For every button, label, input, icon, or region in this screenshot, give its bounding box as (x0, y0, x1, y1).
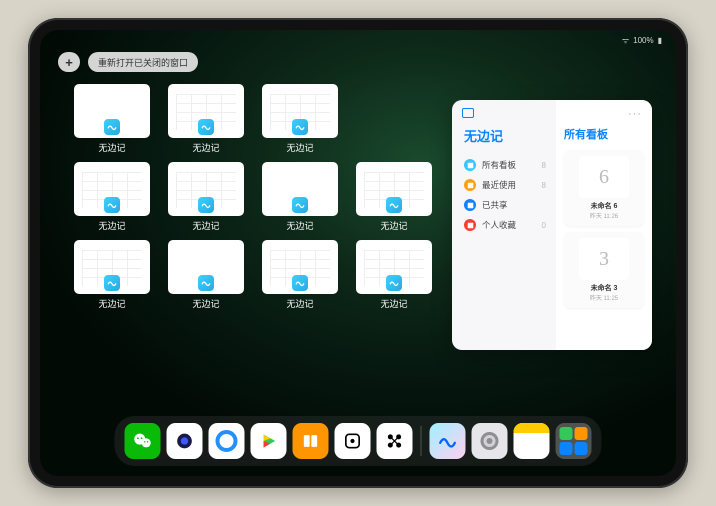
window-label: 无边记 (286, 219, 313, 232)
board-title: 未命名 6 (591, 201, 618, 211)
window-label: 无边记 (380, 297, 407, 310)
dock-app-connect[interactable] (377, 423, 413, 459)
window-item[interactable]: 无边记 (262, 162, 338, 232)
window-thumbnail[interactable] (262, 84, 338, 138)
window-label: 无边记 (192, 297, 219, 310)
menu-item-label: 已共享 (482, 199, 508, 211)
board-subtitle: 昨天 11:26 (590, 211, 618, 220)
window-label: 无边记 (286, 297, 313, 310)
window-item[interactable]: 无边记 (74, 240, 150, 310)
dock-app-qqbrowser[interactable] (209, 423, 245, 459)
menu-item-icon (464, 219, 476, 231)
board-card[interactable]: 6 未命名 6昨天 11:26 (564, 150, 644, 226)
dock-app-settings[interactable] (472, 423, 508, 459)
panel-left: 无边记 所有看板 8 最近使用 8 已共享个人收藏 0 (452, 100, 556, 350)
freeform-app-icon (292, 275, 308, 291)
sidebar-menu-item[interactable]: 最近使用 8 (464, 175, 546, 195)
board-title: 未命名 3 (591, 283, 618, 293)
window-label: 无边记 (286, 141, 313, 154)
top-controls: + 重新打开已关闭的窗口 (58, 52, 198, 72)
menu-item-label: 个人收藏 (482, 219, 516, 231)
app-expose-grid: 无边记无边记无边记无边记无边记无边记无边记无边记无边记无边记无边记无边记 (74, 84, 444, 310)
dock (115, 416, 602, 466)
dock-app-dice[interactable] (335, 423, 371, 459)
window-item[interactable]: 无边记 (356, 240, 432, 310)
window-thumbnail[interactable] (356, 240, 432, 294)
wifi-icon: ᯤ (622, 35, 629, 46)
sidebar-menu-item[interactable]: 所有看板 8 (464, 155, 546, 175)
freeform-app-icon (292, 197, 308, 213)
window-thumbnail[interactable] (74, 240, 150, 294)
dock-separator (421, 426, 422, 456)
battery-text: 100% (633, 36, 653, 45)
menu-item-count: 8 (542, 181, 546, 190)
freeform-app-icon (198, 275, 214, 291)
dock-app-notes[interactable] (514, 423, 550, 459)
freeform-app-icon (104, 197, 120, 213)
reopen-closed-window-button[interactable]: 重新打开已关闭的窗口 (88, 52, 198, 72)
board-thumbnail: 6 (579, 156, 629, 198)
window-label: 无边记 (98, 141, 125, 154)
window-label: 无边记 (192, 141, 219, 154)
window-item[interactable]: 无边记 (74, 162, 150, 232)
panel-right-title: 所有看板 (564, 126, 644, 142)
sidebar-menu-item[interactable]: 个人收藏 0 (464, 215, 546, 235)
window-item[interactable]: 无边记 (356, 162, 432, 232)
window-item[interactable]: 无边记 (262, 84, 338, 154)
window-label: 无边记 (380, 219, 407, 232)
freeform-app-icon (104, 119, 120, 135)
window-item[interactable]: 无边记 (262, 240, 338, 310)
window-thumbnail[interactable] (356, 162, 432, 216)
freeform-app-icon (292, 119, 308, 135)
sidebar-menu-item[interactable]: 已共享 (464, 195, 546, 215)
new-tab-button[interactable]: + (58, 52, 80, 72)
freeform-app-icon (198, 119, 214, 135)
freeform-app-icon (104, 275, 120, 291)
freeform-app-icon (386, 275, 402, 291)
dock-folder[interactable] (556, 423, 592, 459)
menu-item-count: 0 (542, 221, 546, 230)
menu-item-count: 8 (542, 161, 546, 170)
panel-right: 所有看板 6 未命名 6昨天 11:26 3 未命名 3昨天 11:25 (556, 100, 652, 350)
window-thumbnail[interactable] (74, 162, 150, 216)
more-icon[interactable]: ··· (628, 108, 642, 120)
freeform-app-icon (198, 197, 214, 213)
dock-app-freeform[interactable] (430, 423, 466, 459)
ipad-frame: ᯤ 100% ▮ + 重新打开已关闭的窗口 无边记无边记无边记无边记无边记无边记… (28, 18, 688, 488)
window-thumbnail[interactable] (168, 162, 244, 216)
board-thumbnail: 3 (579, 238, 629, 280)
window-item[interactable]: 无边记 (168, 84, 244, 154)
freeform-app-icon (386, 197, 402, 213)
freeform-sidebar-panel[interactable]: ··· 无边记 所有看板8最近使用8已共享个人收藏0 所有看板 6未命名 6昨天… (452, 100, 652, 350)
dock-app-play[interactable] (251, 423, 287, 459)
window-label: 无边记 (98, 297, 125, 310)
screen: ᯤ 100% ▮ + 重新打开已关闭的窗口 无边记无边记无边记无边记无边记无边记… (40, 30, 676, 476)
window-thumbnail[interactable] (74, 84, 150, 138)
menu-item-label: 所有看板 (482, 159, 516, 171)
dock-app-books[interactable] (293, 423, 329, 459)
window-item[interactable]: 无边记 (168, 240, 244, 310)
board-subtitle: 昨天 11:25 (590, 293, 618, 302)
dock-app-wechat[interactable] (125, 423, 161, 459)
window-thumbnail[interactable] (262, 240, 338, 294)
menu-item-icon (464, 199, 476, 211)
panel-left-title: 无边记 (464, 126, 546, 145)
menu-item-icon (464, 159, 476, 171)
window-item[interactable]: 无边记 (168, 162, 244, 232)
status-bar: ᯤ 100% ▮ (40, 33, 676, 47)
window-label: 无边记 (98, 219, 125, 232)
board-card[interactable]: 3 未命名 3昨天 11:25 (564, 232, 644, 308)
sidebar-toggle-icon[interactable] (462, 108, 474, 118)
menu-item-label: 最近使用 (482, 179, 516, 191)
window-label: 无边记 (192, 219, 219, 232)
window-thumbnail[interactable] (168, 240, 244, 294)
window-item[interactable]: 无边记 (74, 84, 150, 154)
dock-app-quark[interactable] (167, 423, 203, 459)
window-thumbnail[interactable] (262, 162, 338, 216)
battery-icon: ▮ (658, 36, 662, 45)
menu-item-icon (464, 179, 476, 191)
window-thumbnail[interactable] (168, 84, 244, 138)
